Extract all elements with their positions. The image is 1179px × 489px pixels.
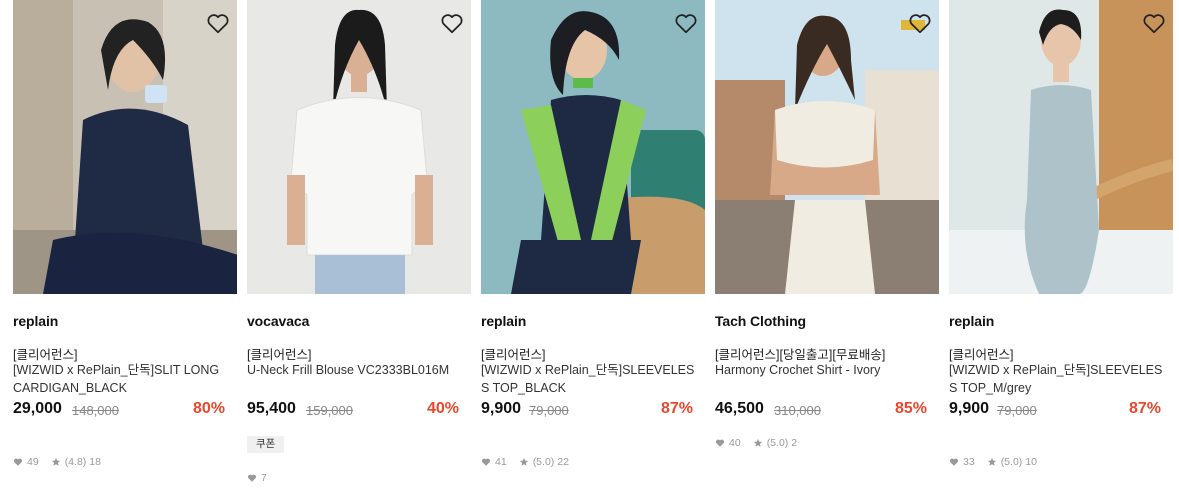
product-brand[interactable]: Tach Clothing xyxy=(715,313,806,329)
wishlist-heart-icon[interactable] xyxy=(1141,10,1167,36)
product-name[interactable]: Harmony Crochet Shirt - Ivory xyxy=(715,361,929,379)
product-image[interactable] xyxy=(13,0,237,294)
sale-price: 9,900 xyxy=(481,400,522,417)
product-card[interactable]: vocavaca [클리어런스] U-Neck Frill Blouse VC2… xyxy=(247,0,471,489)
product-stats: 33 (5.0) 10 xyxy=(949,456,1037,468)
star-icon xyxy=(51,457,60,466)
heart-filled-icon xyxy=(715,439,725,447)
price-row: 46,500 310,000 85% xyxy=(715,400,927,422)
like-count: 7 xyxy=(261,472,267,484)
price-row: 95,400 159,000 40% xyxy=(247,400,459,422)
sale-price: 95,400 xyxy=(247,400,296,417)
heart-filled-icon xyxy=(949,458,959,466)
product-name[interactable]: U-Neck Frill Blouse VC2333BL016M xyxy=(247,361,461,379)
discount-rate: 85% xyxy=(894,400,927,417)
star-icon xyxy=(987,457,996,466)
original-price: 310,000 xyxy=(774,403,821,418)
heart-filled-icon xyxy=(481,458,491,466)
sale-price: 29,000 xyxy=(13,400,62,417)
review-count: 10 xyxy=(1025,456,1037,468)
rating-score: (5.0) xyxy=(1000,456,1023,468)
product-brand[interactable]: replain xyxy=(13,313,58,329)
rating-score: (5.0) xyxy=(766,437,789,449)
like-count: 33 xyxy=(963,456,975,468)
wishlist-heart-icon[interactable] xyxy=(439,10,465,36)
wishlist-heart-icon[interactable] xyxy=(907,10,933,36)
like-count: 41 xyxy=(495,456,507,468)
product-card[interactable]: replain [클리어런스] [WIZWID x RePlain_단독]SLE… xyxy=(481,0,705,489)
review-count: 22 xyxy=(557,456,569,468)
original-price: 79,000 xyxy=(997,403,1037,418)
price-row: 29,000 148,000 80% xyxy=(13,400,225,422)
product-card[interactable]: replain [클리어런스] [WIZWID x RePlain_단독]SLE… xyxy=(949,0,1173,489)
discount-rate: 80% xyxy=(192,400,225,417)
star-icon xyxy=(753,438,762,447)
review-count: 2 xyxy=(791,437,798,449)
wishlist-heart-icon[interactable] xyxy=(673,10,699,36)
product-stats: 41 (5.0) 22 xyxy=(481,456,569,468)
product-grid: replain [클리어런스] [WIZWID x RePlain_단독]SLI… xyxy=(0,0,1179,489)
product-image[interactable] xyxy=(481,0,705,294)
product-stats: 40 (5.0) 2 xyxy=(715,437,797,449)
sale-price: 46,500 xyxy=(715,400,764,417)
original-price: 148,000 xyxy=(72,403,119,418)
heart-filled-icon xyxy=(13,458,23,466)
product-brand[interactable]: replain xyxy=(949,313,994,329)
like-count: 40 xyxy=(729,437,741,449)
product-brand[interactable]: replain xyxy=(481,313,526,329)
product-card[interactable]: replain [클리어런스] [WIZWID x RePlain_단독]SLI… xyxy=(13,0,237,489)
rating-score: (4.8) xyxy=(64,456,87,468)
product-brand[interactable]: vocavaca xyxy=(247,313,309,329)
star-icon xyxy=(519,457,528,466)
product-stats: 49 (4.8) 18 xyxy=(13,456,101,468)
product-image[interactable] xyxy=(949,0,1173,294)
price-row: 9,900 79,000 87% xyxy=(949,400,1161,422)
discount-rate: 40% xyxy=(426,400,459,417)
rating-score: (5.0) xyxy=(532,456,555,468)
product-name[interactable]: [WIZWID x RePlain_단독]SLIT LONG CARDIGAN_… xyxy=(13,361,227,397)
product-image[interactable] xyxy=(715,0,939,294)
original-price: 79,000 xyxy=(529,403,569,418)
like-count: 49 xyxy=(27,456,39,468)
discount-rate: 87% xyxy=(1128,400,1161,417)
original-price: 159,000 xyxy=(306,403,353,418)
product-image[interactable] xyxy=(247,0,471,294)
price-row: 9,900 79,000 87% xyxy=(481,400,693,422)
sale-price: 9,900 xyxy=(949,400,990,417)
product-stats: 7 xyxy=(247,472,267,484)
coupon-badge: 쿠폰 xyxy=(247,436,285,453)
wishlist-heart-icon[interactable] xyxy=(205,10,231,36)
product-name[interactable]: [WIZWID x RePlain_단독]SLEEVELESS TOP_M/gr… xyxy=(949,361,1163,397)
discount-rate: 87% xyxy=(660,400,693,417)
product-name[interactable]: [WIZWID x RePlain_단독]SLEEVELESS TOP_BLAC… xyxy=(481,361,695,397)
product-card[interactable]: Tach Clothing [클리어런스][당일출고][무료배송] Harmon… xyxy=(715,0,939,489)
heart-filled-icon xyxy=(247,474,257,482)
review-count: 18 xyxy=(89,456,101,468)
